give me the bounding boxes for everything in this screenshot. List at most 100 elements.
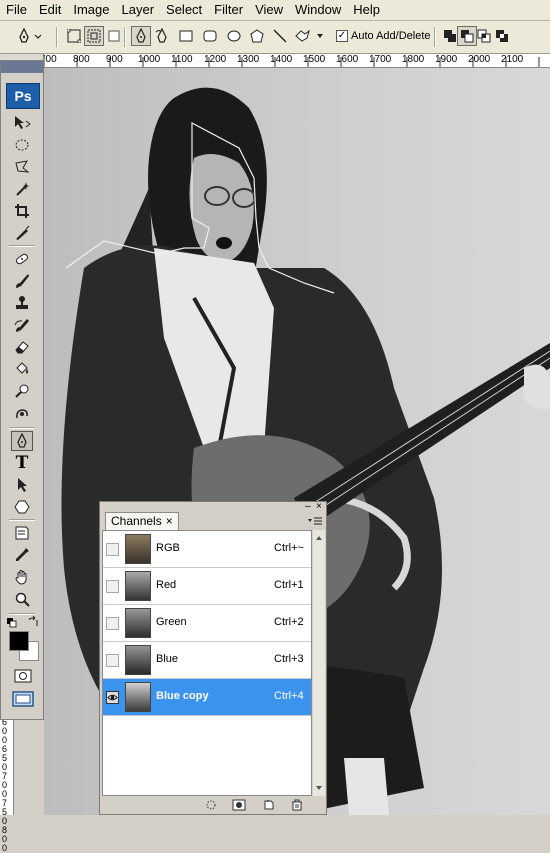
channel-row-rgb[interactable]: RGB Ctrl+~	[103, 531, 311, 568]
pen-tool-button[interactable]	[11, 431, 33, 451]
menu-help[interactable]: Help	[347, 0, 386, 20]
panel-footer	[102, 797, 324, 813]
menu-image[interactable]: Image	[67, 0, 115, 20]
notes-tool-button[interactable]	[11, 523, 33, 543]
ellipse-tool-button[interactable]	[224, 26, 244, 46]
ruler-tick-label: 1900	[435, 54, 458, 65]
trash-icon	[292, 799, 302, 811]
menu-edit[interactable]: Edit	[33, 0, 67, 20]
menu-window[interactable]: Window	[289, 0, 347, 20]
visibility-toggle[interactable]	[106, 543, 119, 556]
lasso-tool-button[interactable]	[11, 157, 33, 177]
ruler-tick-label: 1400	[270, 54, 293, 65]
default-colors-icon[interactable]	[7, 617, 17, 628]
custom-shape-tool-button[interactable]	[11, 497, 33, 517]
visibility-toggle[interactable]	[106, 691, 119, 704]
exclude-overlap-button[interactable]	[492, 26, 512, 46]
brush-tool-button[interactable]	[11, 271, 33, 291]
path-selection-icon	[18, 478, 27, 492]
toolbox-grip[interactable]	[1, 61, 43, 73]
move-tool-button[interactable]	[11, 113, 33, 133]
paint-bucket-tool-button[interactable]	[11, 359, 33, 379]
screen-mode-button[interactable]	[10, 689, 36, 709]
hexagon-icon	[14, 500, 30, 514]
bandage-icon	[16, 253, 28, 265]
eye-icon	[107, 694, 118, 701]
auto-add-delete-checkbox[interactable]: ✓	[336, 30, 348, 42]
eraser-icon	[15, 341, 29, 354]
close-icon[interactable]: ×	[316, 502, 322, 512]
visibility-toggle[interactable]	[106, 617, 119, 630]
ellipse-marquee-icon	[15, 139, 29, 151]
panel-title-strip[interactable]: – ×	[100, 502, 326, 512]
clone-stamp-tool-button[interactable]	[11, 293, 33, 313]
menu-filter[interactable]: Filter	[208, 0, 249, 20]
dodge-tool-button[interactable]	[11, 381, 33, 401]
menu-layer[interactable]: Layer	[116, 0, 161, 20]
channel-row-blue[interactable]: Blue Ctrl+3	[103, 642, 311, 679]
mask-icon	[232, 799, 246, 811]
history-brush-tool-button[interactable]	[11, 315, 33, 335]
horizontal-ruler[interactable]: 700 800 900 1000 1100 1200 1300 1400 150…	[44, 54, 550, 68]
visibility-toggle[interactable]	[106, 654, 119, 667]
panel-menu-button[interactable]	[307, 516, 323, 528]
scroll-down-icon[interactable]	[313, 782, 325, 794]
save-selection-as-channel-button[interactable]	[232, 799, 246, 811]
create-new-channel-button[interactable]	[262, 799, 276, 811]
tab-channels-label: Channels	[111, 514, 162, 528]
smudge-tool-button[interactable]	[11, 403, 33, 423]
channel-row-green[interactable]: Green Ctrl+2	[103, 605, 311, 642]
pen-tool-button[interactable]	[131, 26, 151, 46]
menu-view[interactable]: View	[249, 0, 289, 20]
menu-file[interactable]: File	[0, 0, 33, 20]
tool-preset-picker[interactable]	[14, 26, 44, 46]
delete-channel-button[interactable]	[290, 799, 304, 811]
intersect-path-button[interactable]	[474, 26, 494, 46]
visibility-toggle[interactable]	[106, 580, 119, 593]
custom-shape-button[interactable]	[292, 26, 326, 46]
line-tool-button[interactable]	[270, 26, 290, 46]
polygon-tool-button[interactable]	[247, 26, 267, 46]
scroll-up-icon[interactable]	[313, 532, 325, 544]
load-channel-as-selection-button[interactable]	[204, 799, 218, 811]
hand-tool-button[interactable]	[11, 567, 33, 587]
slice-tool-button[interactable]	[11, 223, 33, 243]
menu-bar: File Edit Image Layer Select Filter View…	[0, 0, 550, 21]
tab-channels[interactable]: Channels ×	[105, 512, 179, 530]
slice-icon	[16, 225, 30, 240]
polygonal-lasso-icon	[15, 160, 30, 173]
separator	[434, 27, 436, 47]
ruler-tick-label: 1200	[204, 54, 227, 65]
history-brush-icon	[14, 319, 29, 332]
menu-select[interactable]: Select	[160, 0, 208, 20]
crop-tool-button[interactable]	[11, 201, 33, 221]
panel-scrollbar[interactable]	[313, 530, 325, 796]
swap-colors-icon[interactable]	[27, 615, 39, 628]
healing-brush-tool-button[interactable]	[11, 249, 33, 269]
path-selection-tool-button[interactable]	[11, 475, 33, 495]
quick-mask-button[interactable]	[12, 666, 34, 686]
rounded-rectangle-button[interactable]	[200, 26, 220, 46]
paths-button[interactable]	[84, 26, 104, 46]
magic-wand-tool-button[interactable]	[11, 179, 33, 199]
foreground-color-swatch[interactable]	[9, 631, 29, 651]
marquee-tool-button[interactable]	[11, 135, 33, 155]
channel-row-red[interactable]: Red Ctrl+1	[103, 568, 311, 605]
freeform-pen-button[interactable]	[152, 26, 172, 46]
zoom-tool-button[interactable]	[11, 589, 33, 609]
tab-close-icon[interactable]: ×	[166, 513, 173, 530]
ruler-tick-label: 1000	[138, 54, 161, 65]
channel-thumbnail	[125, 682, 151, 712]
channel-row-blue-copy[interactable]: Blue copy Ctrl+4	[103, 679, 311, 716]
channel-thumbnail	[125, 645, 151, 675]
fill-pixels-button[interactable]	[104, 26, 124, 46]
type-tool-button[interactable]: T	[11, 453, 33, 473]
eraser-tool-button[interactable]	[11, 337, 33, 357]
rectangle-tool-button[interactable]	[176, 26, 196, 46]
eyedropper-tool-button[interactable]	[11, 545, 33, 565]
panel-menu-icon	[308, 517, 322, 525]
photoshop-logo[interactable]: Ps	[6, 83, 40, 109]
shape-layers-button[interactable]	[64, 26, 84, 46]
minimize-icon[interactable]: –	[305, 502, 311, 512]
hand-icon	[15, 570, 27, 585]
